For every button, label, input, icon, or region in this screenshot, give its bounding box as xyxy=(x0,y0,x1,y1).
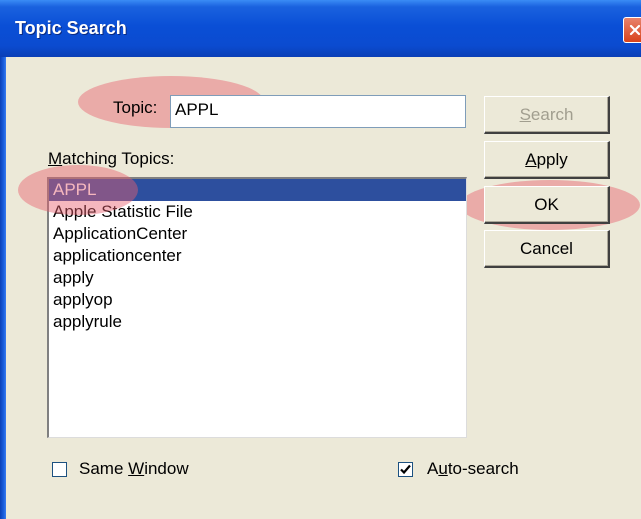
list-item[interactable]: APPL xyxy=(49,179,466,201)
close-icon xyxy=(629,24,641,36)
dialog-title: Topic Search xyxy=(15,18,127,38)
topic-search-dialog: Topic Search Topic: APPL Matching Topics… xyxy=(0,0,641,519)
ok-button[interactable]: OK xyxy=(484,186,610,224)
search-button-label: Search xyxy=(519,104,574,124)
list-item[interactable]: applyrule xyxy=(49,311,466,333)
list-item[interactable]: Apple Statistic File xyxy=(49,201,466,223)
auto-search-checkbox[interactable] xyxy=(398,462,413,477)
cancel-button-label: Cancel xyxy=(520,238,573,258)
topic-input[interactable]: APPL xyxy=(170,95,466,128)
window-frame-left xyxy=(0,57,6,519)
checkmark-icon xyxy=(400,464,411,475)
list-item[interactable]: applicationcenter xyxy=(49,245,466,267)
topic-label: Topic: xyxy=(113,98,158,117)
list-item[interactable]: apply xyxy=(49,267,466,289)
matching-topics-list[interactable]: APPL Apple Statistic File ApplicationCen… xyxy=(47,177,467,438)
auto-search-label: Auto-search xyxy=(427,459,519,478)
cancel-button[interactable]: Cancel xyxy=(484,230,610,268)
list-item[interactable]: ApplicationCenter xyxy=(49,223,466,245)
same-window-label: Same Window xyxy=(79,459,189,478)
title-bar[interactable]: Topic Search xyxy=(0,0,641,57)
close-button[interactable] xyxy=(623,17,641,43)
same-window-checkbox[interactable] xyxy=(52,462,67,477)
apply-button-label: Apply xyxy=(525,149,568,169)
search-button[interactable]: Search xyxy=(484,96,610,134)
matching-topics-label: Matching Topics: xyxy=(48,149,175,168)
apply-button[interactable]: Apply xyxy=(484,141,610,179)
ok-button-label: OK xyxy=(534,194,559,214)
list-item[interactable]: applyop xyxy=(49,289,466,311)
